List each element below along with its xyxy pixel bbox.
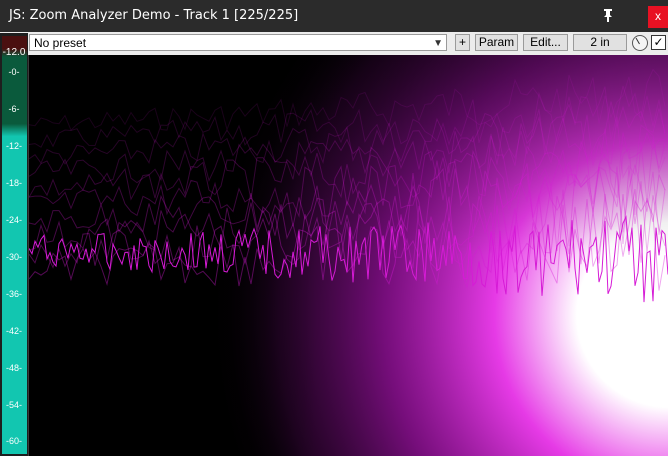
meter-label: -54-: [5, 400, 22, 410]
title-bar: JS: Zoom Analyzer Demo - Track 1 [225/22…: [0, 0, 668, 32]
close-button[interactable]: x: [648, 6, 668, 28]
meter-label: -48-: [5, 363, 22, 373]
io-button[interactable]: 2 in: [573, 34, 627, 51]
meter-label: -24-: [5, 215, 22, 225]
pin-icon[interactable]: [598, 5, 618, 25]
meter-label: -42-: [5, 326, 22, 336]
knob-icon[interactable]: [632, 35, 648, 51]
edit-button[interactable]: Edit...: [523, 34, 568, 51]
meter-label: -18-: [5, 178, 22, 188]
meter-label: -12-: [5, 141, 22, 151]
param-button[interactable]: Param: [475, 34, 518, 51]
preset-value: No preset: [34, 36, 87, 50]
add-preset-button[interactable]: +: [455, 34, 470, 51]
meter-peak-value: -12.0: [2, 47, 26, 58]
spectrum-analyzer-view[interactable]: [29, 55, 668, 456]
meter-gradient: [2, 36, 27, 454]
meter-label: -30-: [5, 252, 22, 262]
level-meter: -12.0 -0- -6- -12- -18- -24- -30- -36- -…: [0, 33, 28, 456]
enable-checkbox[interactable]: ✓: [651, 35, 666, 50]
preset-select[interactable]: No preset ▼: [29, 34, 447, 51]
meter-label: -36-: [5, 289, 22, 299]
meter-label: -60-: [5, 436, 22, 446]
meter-label: -6-: [8, 104, 20, 114]
chevron-down-icon: ▼: [433, 38, 443, 49]
toolbar: No preset ▼ + Param Edit... 2 in ✓: [0, 32, 668, 55]
window-title: JS: Zoom Analyzer Demo - Track 1 [225/22…: [9, 8, 299, 23]
meter-label: -0-: [8, 67, 20, 77]
